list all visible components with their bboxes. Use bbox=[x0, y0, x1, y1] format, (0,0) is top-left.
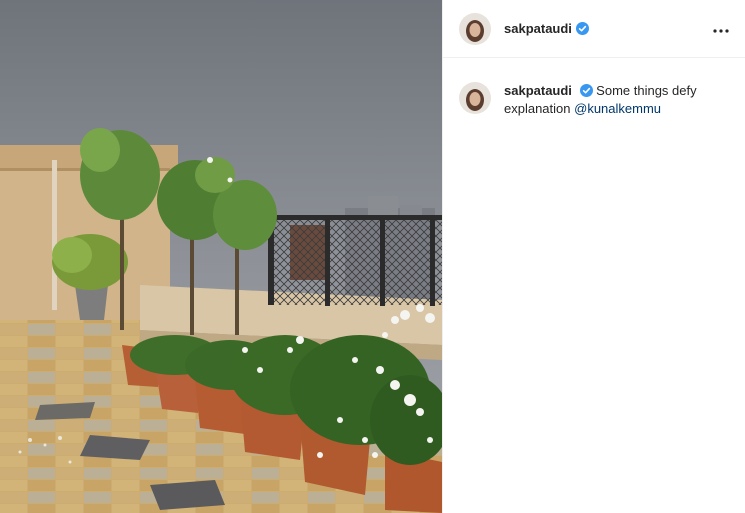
verified-badge-icon bbox=[579, 84, 593, 97]
post-media[interactable] bbox=[0, 0, 442, 513]
caption-username[interactable]: sakpataudi bbox=[504, 83, 572, 98]
caption: sakpataudi Some things defy explanation … bbox=[443, 58, 745, 118]
mention-link[interactable]: @kunalkemmu bbox=[574, 101, 661, 116]
post-header: sakpataudi bbox=[443, 0, 745, 58]
post-photo bbox=[0, 0, 442, 513]
instagram-post: sakpataudi sakpataudi Some things defy e… bbox=[0, 0, 745, 513]
post-sidebar: sakpataudi sakpataudi Some things defy e… bbox=[442, 0, 745, 513]
caption-avatar[interactable] bbox=[459, 82, 491, 114]
more-horizontal-icon bbox=[713, 20, 729, 38]
caption-text: sakpataudi Some things defy explanation … bbox=[504, 82, 724, 118]
more-options-button[interactable] bbox=[709, 17, 733, 41]
verified-badge-icon bbox=[575, 22, 589, 35]
avatar[interactable] bbox=[459, 12, 491, 45]
header-username[interactable]: sakpataudi bbox=[504, 21, 572, 36]
